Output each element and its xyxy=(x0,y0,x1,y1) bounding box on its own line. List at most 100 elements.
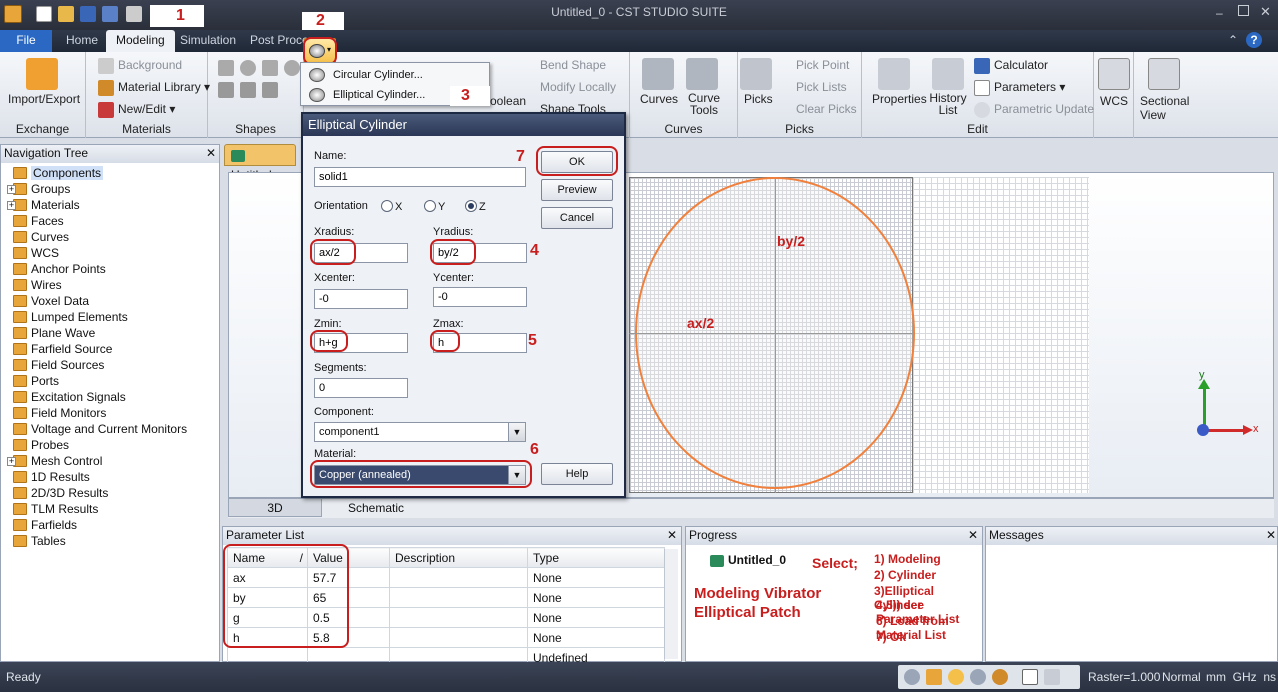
close-navigation-tree-icon[interactable]: ✕ xyxy=(206,146,216,160)
nav-item[interactable]: Tables xyxy=(13,533,66,549)
tab-simulation[interactable]: Simulation xyxy=(170,30,246,52)
minimize-button[interactable]: – xyxy=(1216,6,1223,20)
brick-icon[interactable] xyxy=(218,60,234,76)
nav-item[interactable]: + Groups xyxy=(7,181,70,197)
nav-item[interactable]: WCS xyxy=(13,245,59,261)
torus-icon[interactable] xyxy=(284,60,300,76)
help-icon[interactable]: ? xyxy=(1246,32,1262,48)
nav-item[interactable]: Field Sources xyxy=(13,357,104,373)
nav-item[interactable]: Voltage and Current Monitors xyxy=(13,421,187,437)
parameter-list-header: Parameter List xyxy=(223,527,681,545)
collapse-ribbon-icon[interactable]: ⌃ xyxy=(1228,33,1238,47)
name-field[interactable] xyxy=(314,167,526,187)
restore-button[interactable] xyxy=(1238,5,1249,16)
close-window-button[interactable]: ✕ xyxy=(1260,4,1271,20)
cone-icon[interactable] xyxy=(262,60,278,76)
orientation-z-radio[interactable]: Z xyxy=(465,200,486,213)
nav-item[interactable]: TLM Results xyxy=(13,501,98,517)
zoom-in-icon[interactable] xyxy=(970,669,986,685)
tab-3d[interactable]: 3D xyxy=(228,499,322,517)
nav-item-label: 2D/3D Results xyxy=(31,486,109,500)
nav-item[interactable]: Lumped Elements xyxy=(13,309,128,325)
zmax-label: Zmax: xyxy=(433,318,464,330)
menu-item-circular-cylinder[interactable]: Circular Cylinder... xyxy=(301,65,489,85)
properties-button[interactable]: Properties xyxy=(872,92,927,106)
folder-icon xyxy=(13,439,27,451)
tab-file[interactable]: File xyxy=(0,30,52,52)
nav-item-label: Field Sources xyxy=(31,358,105,372)
view-cube-icon[interactable] xyxy=(1044,669,1060,685)
wcs-button[interactable]: WCS xyxy=(1100,94,1128,108)
bend-shape-button[interactable]: Bend Shape xyxy=(540,58,606,72)
clear-picks-button[interactable]: Clear Picks xyxy=(796,102,857,116)
nav-item[interactable]: 2D/3D Results xyxy=(13,485,108,501)
fit-view-icon[interactable] xyxy=(1022,669,1038,685)
orientation-x-radio[interactable]: X xyxy=(381,200,402,213)
rotate-icon[interactable] xyxy=(240,82,256,98)
nav-item[interactable]: Components xyxy=(13,165,104,181)
orientation-y-radio[interactable]: Y xyxy=(424,200,445,213)
segments-field[interactable] xyxy=(314,378,408,398)
preview-button[interactable]: Preview xyxy=(541,179,613,201)
document-tab[interactable]: Untitled_ xyxy=(224,144,296,182)
pan-icon[interactable] xyxy=(926,669,942,685)
nav-item[interactable]: Voxel Data xyxy=(13,293,89,309)
column-header-type[interactable]: Type xyxy=(527,547,665,568)
parametric-update-button[interactable]: Parametric Update xyxy=(974,102,1094,118)
expand-icon[interactable]: + xyxy=(7,457,16,466)
group-exchange-label: Exchange xyxy=(15,122,70,136)
nav-item[interactable]: + Mesh Control xyxy=(7,453,102,469)
close-messages-icon[interactable]: ✕ xyxy=(1266,528,1276,542)
folder-icon xyxy=(13,343,27,355)
nav-item[interactable]: Field Monitors xyxy=(13,405,106,421)
pick-lists-button[interactable]: Pick Lists xyxy=(796,80,847,94)
loft-icon[interactable] xyxy=(262,82,278,98)
nav-item[interactable]: Anchor Points xyxy=(13,261,106,277)
expand-icon[interactable]: + xyxy=(7,185,16,194)
tab-home[interactable]: Home xyxy=(56,30,108,52)
import-export-button[interactable]: Import/Export xyxy=(8,92,80,106)
nav-item[interactable]: Farfields xyxy=(13,517,77,533)
spin-icon[interactable] xyxy=(992,669,1008,685)
sphere-icon[interactable] xyxy=(240,60,256,76)
close-parameter-list-icon[interactable]: ✕ xyxy=(667,528,677,542)
rotate-view-icon[interactable] xyxy=(948,669,964,685)
nav-item[interactable]: Wires xyxy=(13,277,62,293)
modify-locally-button[interactable]: Modify Locally xyxy=(540,80,616,94)
parameters-button[interactable]: Parameters ▾ xyxy=(974,80,1065,96)
xcenter-field[interactable] xyxy=(314,289,408,309)
curve-tools-button[interactable]: Curve Tools xyxy=(684,92,724,116)
extrude-icon[interactable] xyxy=(218,82,234,98)
boolean-button[interactable]: oolean xyxy=(490,94,526,108)
nav-item[interactable]: Probes xyxy=(13,437,69,453)
calculator-button[interactable]: Calculator xyxy=(974,58,1048,74)
pick-point-button[interactable]: Pick Point xyxy=(796,58,849,72)
new-edit-button[interactable]: New/Edit ▾ xyxy=(98,102,175,118)
expand-icon[interactable]: + xyxy=(7,201,16,210)
picks-button[interactable]: Picks xyxy=(744,92,773,106)
nav-item[interactable]: + Materials xyxy=(7,197,80,213)
nav-item[interactable]: Farfield Source xyxy=(13,341,112,357)
nav-item[interactable]: Curves xyxy=(13,229,69,245)
history-list-button[interactable]: History List xyxy=(928,92,968,116)
help-button[interactable]: Help xyxy=(541,463,613,485)
component-select[interactable]: component1 ▼ xyxy=(314,422,526,442)
nav-item[interactable]: Excitation Signals xyxy=(13,389,126,405)
material-library-button[interactable]: Material Library ▾ xyxy=(98,80,210,96)
sectional-view-button[interactable]: Sectional View xyxy=(1140,94,1206,122)
cancel-button[interactable]: Cancel xyxy=(541,207,613,229)
column-header-description[interactable]: Description xyxy=(389,547,528,568)
nav-item[interactable]: Faces xyxy=(13,213,64,229)
background-button[interactable]: Background xyxy=(98,58,182,74)
nav-item[interactable]: 1D Results xyxy=(13,469,90,485)
parameter-list-scrollbar[interactable] xyxy=(664,549,678,659)
nav-item[interactable]: Ports xyxy=(13,373,59,389)
curves-button[interactable]: Curves xyxy=(640,92,678,106)
nav-item-label: Faces xyxy=(31,214,64,228)
ycenter-field[interactable] xyxy=(433,287,527,307)
nav-item[interactable]: Plane Wave xyxy=(13,325,95,341)
zoom-icon[interactable] xyxy=(904,669,920,685)
tab-schematic[interactable]: Schematic xyxy=(336,499,416,517)
tab-modeling[interactable]: Modeling xyxy=(106,30,175,52)
close-progress-icon[interactable]: ✕ xyxy=(968,528,978,542)
